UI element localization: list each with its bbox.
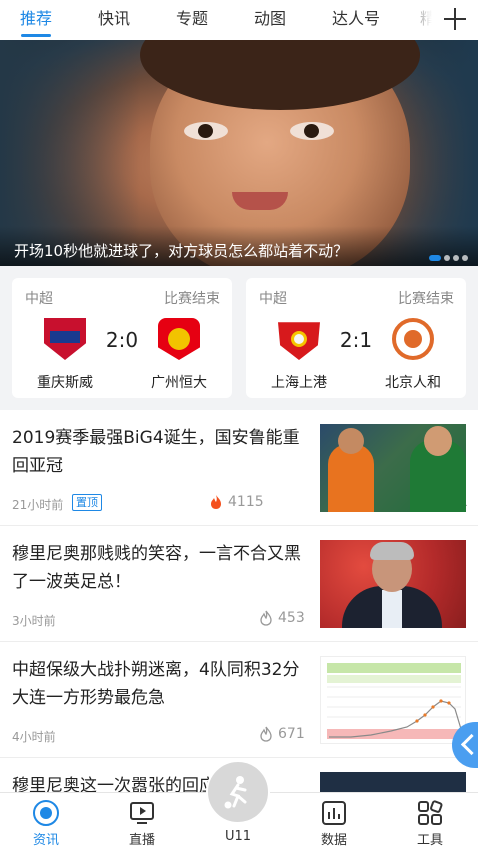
data-bars-icon — [322, 801, 346, 825]
match-card[interactable]: 中超 比赛结束 2:0 重庆斯威 广州恒大 — [12, 278, 232, 398]
banner-photo — [290, 122, 334, 140]
match-cards: 中超 比赛结束 2:0 重庆斯威 广州恒大 中超 比赛结束 2:1 上海上港 北… — [0, 266, 478, 410]
tab-recommended[interactable]: 推荐 — [12, 0, 60, 40]
carousel-indicator — [429, 255, 468, 261]
tab-fade — [400, 0, 440, 40]
news-thumbnail — [320, 656, 466, 744]
away-team-name: 北京人和 — [385, 375, 441, 391]
carousel-dot[interactable] — [444, 255, 450, 261]
nav-live[interactable]: 直播 — [102, 793, 182, 850]
nav-label: 工具 — [416, 833, 443, 848]
news-title: 2019赛季最强BiG4诞生，国安鲁能重回亚冠 — [12, 428, 300, 476]
live-tv-icon — [130, 802, 154, 824]
pinned-badge: 置顶 — [72, 494, 102, 511]
league-label: 中超 — [259, 291, 287, 307]
banner-caption: 开场10秒他就进球了，对方球员怎么都站着不动？ — [14, 242, 349, 260]
nav-data[interactable]: 数据 — [294, 793, 374, 850]
league-label: 中超 — [25, 291, 53, 307]
news-item[interactable]: 穆里尼奥那贱贱的笑容，一言不合又黑了一波英足总！ 3小时前 453 — [0, 528, 478, 642]
nav-label: 资讯 — [32, 833, 59, 848]
news-time: 21小时前 — [12, 498, 64, 512]
news-item[interactable]: 中超保级大战扑朔迷离，4队同积32分大连一方形势最危急 4小时前 671 — [0, 644, 478, 758]
news-thumbnail — [320, 424, 466, 512]
tools-grid-icon — [418, 800, 443, 825]
heat-value: 671 — [278, 726, 305, 742]
flame-icon — [211, 495, 221, 509]
news-thumbnail — [320, 540, 466, 628]
tab-flash-news[interactable]: 快讯 — [90, 0, 138, 40]
carousel-dot[interactable] — [453, 255, 459, 261]
soccer-player-icon — [224, 776, 247, 809]
news-item[interactable]: 2019赛季最强BiG4诞生，国安鲁能重回亚冠 21小时前 置顶 4115 1 — [0, 412, 478, 526]
beijing-badge-icon — [392, 318, 434, 360]
carousel-dot[interactable] — [462, 255, 468, 261]
flame-outline-icon — [260, 610, 272, 626]
hero-banner[interactable]: 开场10秒他就进球了，对方球员怎么都站着不动？ — [0, 40, 478, 266]
news-title: 穆里尼奥那贱贱的笑容，一言不合又黑了一波英足总！ — [12, 544, 301, 592]
match-status: 比赛结束 — [398, 291, 454, 307]
add-tab-icon[interactable] — [442, 6, 468, 32]
news-icon — [33, 800, 59, 826]
carousel-dot[interactable] — [429, 255, 441, 261]
match-card[interactable]: 中超 比赛结束 2:1 上海上港 北京人和 — [246, 278, 466, 398]
nav-news[interactable]: 资讯 — [6, 793, 86, 850]
top-tab-bar: 推荐 快讯 专题 动图 达人号 精 — [0, 0, 478, 40]
heat-value: 4115 — [228, 494, 264, 510]
nav-label: U11 — [224, 829, 252, 844]
standings-chart-image — [327, 663, 462, 739]
guangzhou-shield-icon — [158, 318, 200, 360]
heat-value: 453 — [278, 610, 305, 626]
nav-tools[interactable]: 工具 — [390, 793, 470, 850]
heat-count: 453 — [258, 610, 305, 626]
news-time: 4小时前 — [12, 730, 56, 744]
tab-animated[interactable]: 动图 — [246, 0, 294, 40]
away-team-name: 广州恒大 — [151, 375, 207, 391]
flame-outline-icon — [260, 726, 272, 742]
nav-label: 数据 — [320, 833, 347, 848]
news-time: 3小时前 — [12, 614, 56, 628]
news-title: 中超保级大战扑朔迷离，4队同积32分大连一方形势最危急 — [12, 660, 300, 708]
banner-photo — [184, 122, 228, 140]
tab-topics[interactable]: 专题 — [168, 0, 216, 40]
home-team-name: 上海上港 — [271, 375, 327, 391]
u11-center-button[interactable] — [206, 760, 270, 824]
match-status: 比赛结束 — [164, 291, 220, 307]
heat-count: 4115 — [208, 494, 264, 510]
home-team-name: 重庆斯威 — [37, 375, 93, 391]
heat-count: 671 — [258, 726, 305, 742]
nav-label: 直播 — [128, 833, 155, 848]
tab-experts[interactable]: 达人号 — [324, 0, 388, 40]
